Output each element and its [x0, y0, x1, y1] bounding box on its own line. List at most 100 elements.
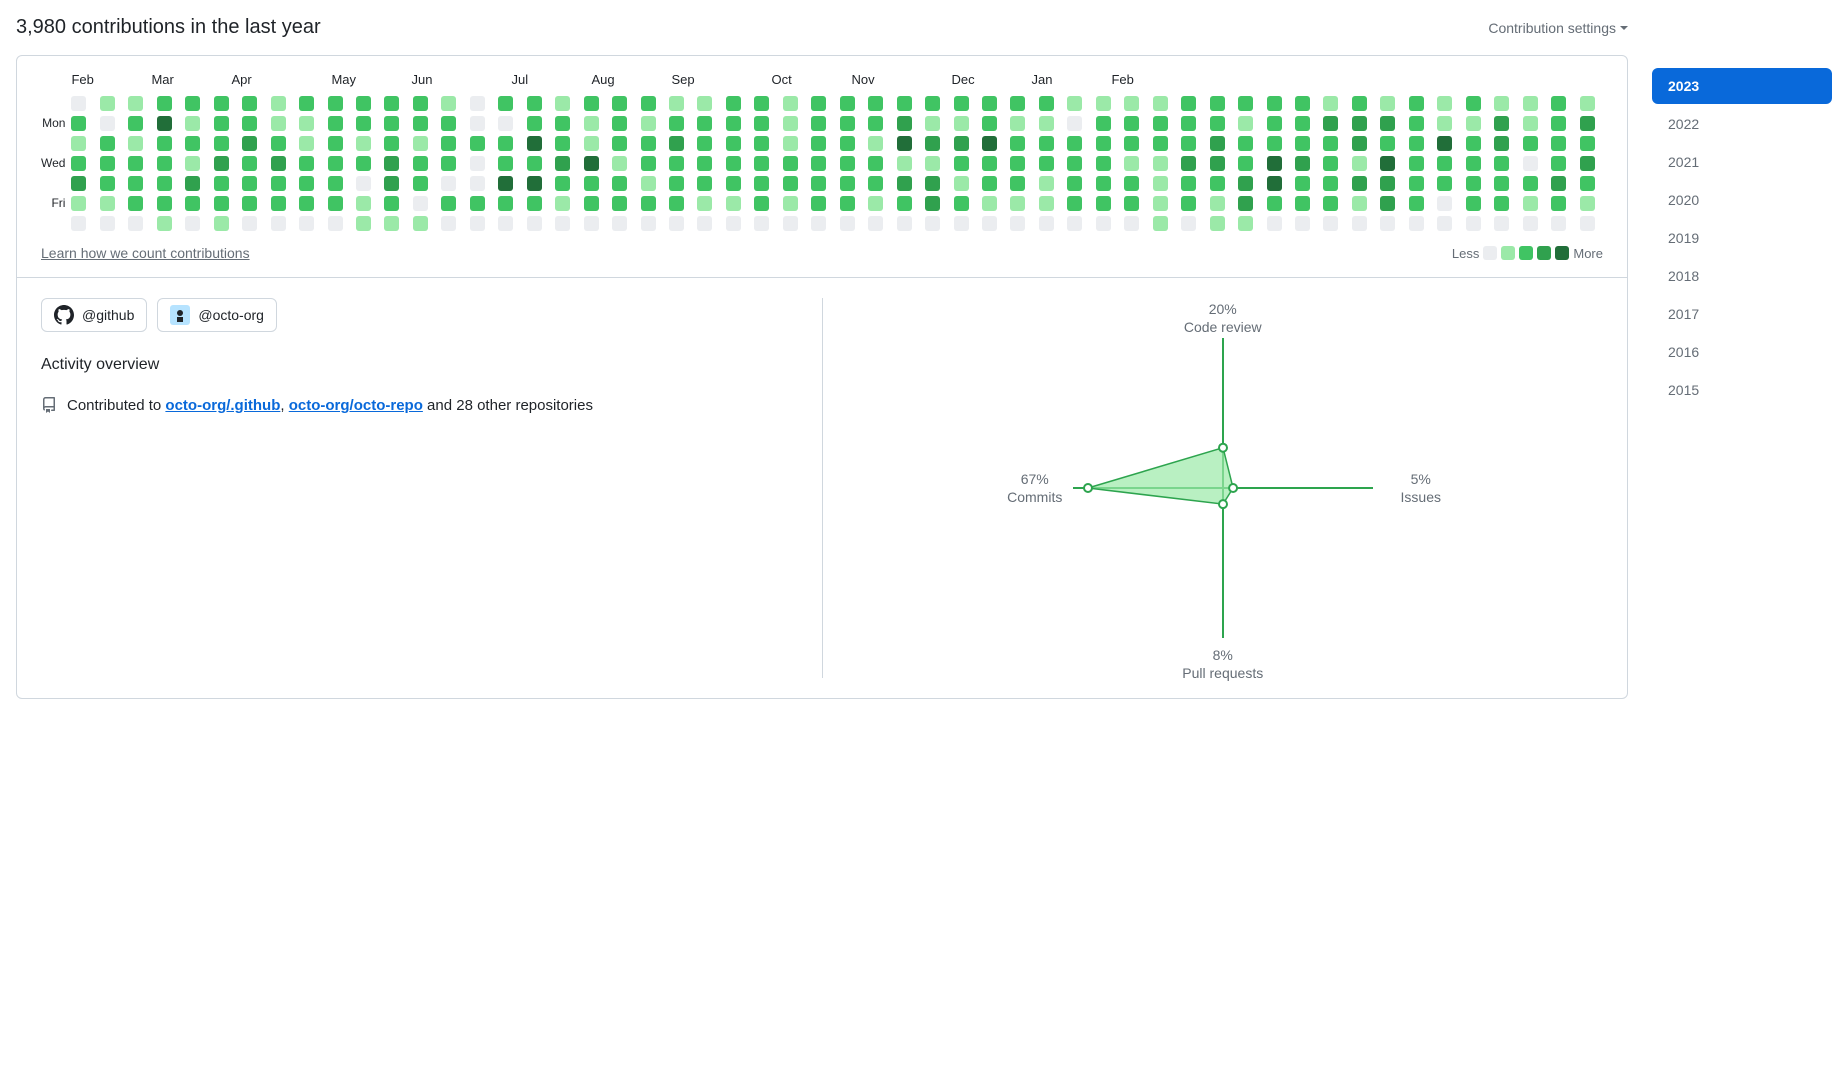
contribution-cell[interactable]	[783, 96, 798, 111]
contribution-cell[interactable]	[840, 96, 855, 111]
contribution-cell[interactable]	[868, 96, 883, 111]
contribution-cell[interactable]	[1124, 216, 1139, 231]
contribution-cell[interactable]	[214, 96, 229, 111]
contribution-cell[interactable]	[1551, 196, 1566, 211]
contribution-cell[interactable]	[697, 216, 712, 231]
contribution-cell[interactable]	[214, 136, 229, 151]
contribution-cell[interactable]	[1494, 176, 1509, 191]
contribution-cell[interactable]	[1466, 216, 1481, 231]
contribution-cell[interactable]	[1551, 116, 1566, 131]
contribution-cell[interactable]	[1352, 96, 1367, 111]
contribution-cell[interactable]	[1409, 96, 1424, 111]
contribution-cell[interactable]	[271, 216, 286, 231]
contribution-cell[interactable]	[1580, 136, 1595, 151]
contribution-cell[interactable]	[1323, 196, 1338, 211]
contribution-cell[interactable]	[299, 156, 314, 171]
contribution-cell[interactable]	[811, 116, 826, 131]
contribution-grid[interactable]	[71, 96, 1603, 231]
contribution-cell[interactable]	[1124, 136, 1139, 151]
contribution-cell[interactable]	[413, 96, 428, 111]
contribution-cell[interactable]	[783, 156, 798, 171]
contribution-cell[interactable]	[1352, 116, 1367, 131]
contribution-cell[interactable]	[925, 156, 940, 171]
contribution-cell[interactable]	[527, 216, 542, 231]
contribution-cell[interactable]	[783, 216, 798, 231]
contribution-cell[interactable]	[925, 176, 940, 191]
contribution-cell[interactable]	[71, 216, 86, 231]
contribution-cell[interactable]	[1437, 96, 1452, 111]
contribution-cell[interactable]	[441, 196, 456, 211]
contribution-cell[interactable]	[413, 196, 428, 211]
contribution-cell[interactable]	[185, 136, 200, 151]
contribution-cell[interactable]	[242, 156, 257, 171]
contribution-cell[interactable]	[868, 156, 883, 171]
year-filter-2020[interactable]: 2020	[1652, 182, 1832, 218]
contribution-cell[interactable]	[897, 156, 912, 171]
contribution-cell[interactable]	[299, 176, 314, 191]
contribution-cell[interactable]	[1295, 136, 1310, 151]
contribution-cell[interactable]	[982, 216, 997, 231]
year-filter-2019[interactable]: 2019	[1652, 220, 1832, 256]
contribution-cell[interactable]	[271, 96, 286, 111]
contribution-cell[interactable]	[71, 136, 86, 151]
contribution-cell[interactable]	[783, 136, 798, 151]
contribution-cell[interactable]	[954, 176, 969, 191]
contribution-cell[interactable]	[1067, 136, 1082, 151]
contribution-cell[interactable]	[441, 176, 456, 191]
contribution-cell[interactable]	[1210, 116, 1225, 131]
contribution-cell[interactable]	[128, 96, 143, 111]
contribution-cell[interactable]	[669, 96, 684, 111]
contribution-cell[interactable]	[328, 176, 343, 191]
contribution-cell[interactable]	[328, 116, 343, 131]
contribution-cell[interactable]	[214, 156, 229, 171]
contribution-cell[interactable]	[157, 216, 172, 231]
year-filter-2015[interactable]: 2015	[1652, 372, 1832, 408]
contribution-cell[interactable]	[754, 116, 769, 131]
contribution-cell[interactable]	[1295, 156, 1310, 171]
contribution-cell[interactable]	[1437, 116, 1452, 131]
contribution-cell[interactable]	[157, 156, 172, 171]
contribution-cell[interactable]	[441, 96, 456, 111]
contribution-cell[interactable]	[1323, 156, 1338, 171]
contribution-cell[interactable]	[214, 216, 229, 231]
contribution-cell[interactable]	[612, 176, 627, 191]
contribution-cell[interactable]	[1153, 96, 1168, 111]
contribution-cell[interactable]	[100, 136, 115, 151]
contribution-cell[interactable]	[1352, 196, 1367, 211]
contribution-cell[interactable]	[1523, 116, 1538, 131]
contribution-cell[interactable]	[1010, 196, 1025, 211]
contribution-cell[interactable]	[1295, 196, 1310, 211]
contribution-cell[interactable]	[1580, 156, 1595, 171]
contribution-cell[interactable]	[1096, 216, 1111, 231]
contribution-cell[interactable]	[584, 196, 599, 211]
contribution-cell[interactable]	[1181, 176, 1196, 191]
contribution-cell[interactable]	[754, 216, 769, 231]
contribution-cell[interactable]	[1380, 196, 1395, 211]
contribution-cell[interactable]	[328, 156, 343, 171]
contribution-cell[interactable]	[100, 176, 115, 191]
contribution-cell[interactable]	[669, 156, 684, 171]
contribution-cell[interactable]	[185, 196, 200, 211]
contribution-cell[interactable]	[726, 156, 741, 171]
contribution-cell[interactable]	[242, 216, 257, 231]
contribution-cell[interactable]	[1181, 96, 1196, 111]
contribution-cell[interactable]	[185, 156, 200, 171]
contribution-cell[interactable]	[299, 196, 314, 211]
contribution-cell[interactable]	[868, 116, 883, 131]
contribution-cell[interactable]	[470, 196, 485, 211]
contribution-cell[interactable]	[1380, 136, 1395, 151]
contribution-cell[interactable]	[612, 136, 627, 151]
contribution-cell[interactable]	[1067, 176, 1082, 191]
contribution-cell[interactable]	[413, 136, 428, 151]
contribution-cell[interactable]	[1238, 156, 1253, 171]
contribution-cell[interactable]	[697, 116, 712, 131]
contribution-cell[interactable]	[811, 176, 826, 191]
contribution-cell[interactable]	[1466, 116, 1481, 131]
contribution-cell[interactable]	[384, 156, 399, 171]
contribution-cell[interactable]	[868, 136, 883, 151]
contribution-cell[interactable]	[754, 176, 769, 191]
contribution-cell[interactable]	[1238, 216, 1253, 231]
contribution-cell[interactable]	[299, 136, 314, 151]
contribution-cell[interactable]	[71, 196, 86, 211]
contribution-cell[interactable]	[498, 116, 513, 131]
